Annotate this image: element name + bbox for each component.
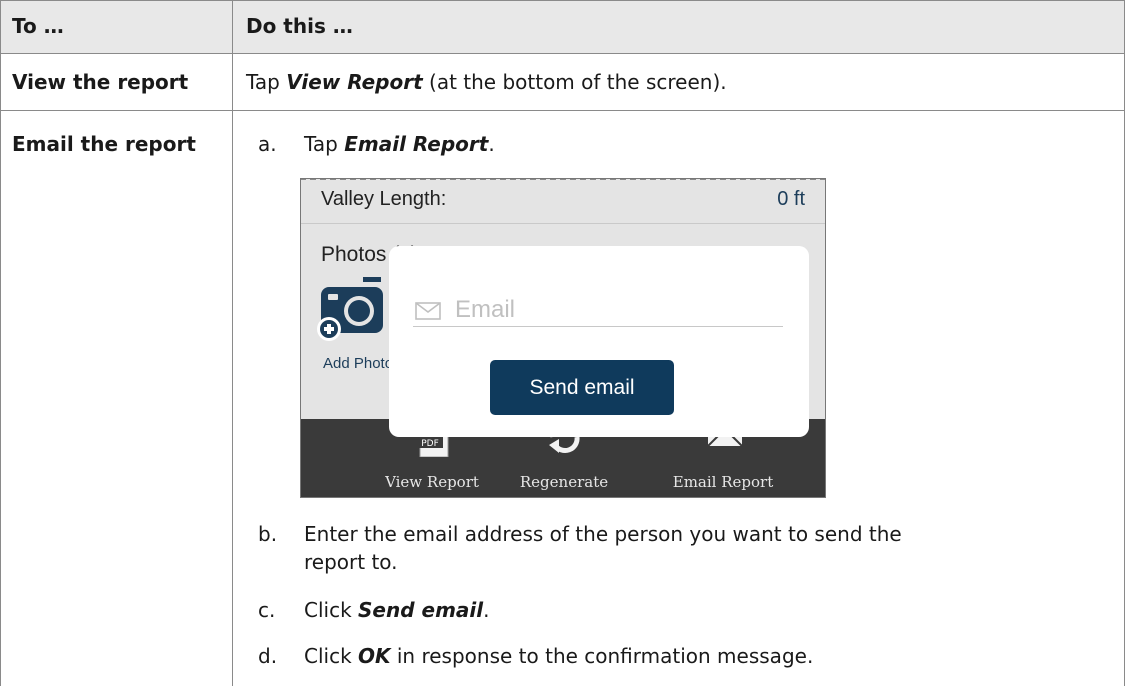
email-field[interactable]: Email xyxy=(413,296,783,327)
row-instruction-view-report: Tap View Report (at the bottom of the sc… xyxy=(246,70,727,94)
app-screenshot: Valley Length: 0 ft Photos (1) Add Photo xyxy=(300,178,826,498)
send-email-button[interactable]: Send email xyxy=(490,360,674,415)
table-header-row xyxy=(0,0,1125,53)
dashed-crop-edge xyxy=(301,179,825,180)
svg-text:PDF: PDF xyxy=(421,439,439,449)
row-label-view-report: View the report xyxy=(12,70,189,94)
email-dialog: Email Send email xyxy=(389,246,809,437)
step-b: b. Enter the email address of the person… xyxy=(258,522,902,574)
regenerate-button[interactable]: Regenerate xyxy=(494,473,634,491)
send-email-action: Send email xyxy=(358,598,484,622)
table-column-divider xyxy=(232,0,233,686)
table-divider-row1 xyxy=(0,110,1125,111)
table-border-left xyxy=(0,0,1,686)
camera-add-icon[interactable] xyxy=(315,277,387,354)
table-border-top xyxy=(0,0,1125,1)
step-d: d. Click OK in response to the confirmat… xyxy=(258,644,814,668)
ok-action: OK xyxy=(358,644,391,668)
header-to: To … xyxy=(12,14,64,38)
email-report-button[interactable]: Email Report xyxy=(653,473,793,491)
view-report-button[interactable]: View Report xyxy=(362,473,502,491)
email-placeholder: Email xyxy=(455,296,516,323)
view-report-action: View Report xyxy=(286,70,423,94)
header-do-this: Do this … xyxy=(246,14,353,38)
add-photo-link[interactable]: Add Photo xyxy=(323,355,393,372)
mail-icon xyxy=(415,302,441,325)
step-c: c. Click Send email. xyxy=(258,598,490,622)
table-divider-header xyxy=(0,53,1125,54)
valley-length-row: Valley Length: 0 ft xyxy=(301,179,825,224)
instruction-table: To … Do this … View the report Tap View … xyxy=(0,0,1125,686)
row-label-email-report: Email the report xyxy=(12,132,196,156)
step-a: a. Tap Email Report. xyxy=(258,132,495,156)
email-report-action: Email Report xyxy=(344,132,489,156)
